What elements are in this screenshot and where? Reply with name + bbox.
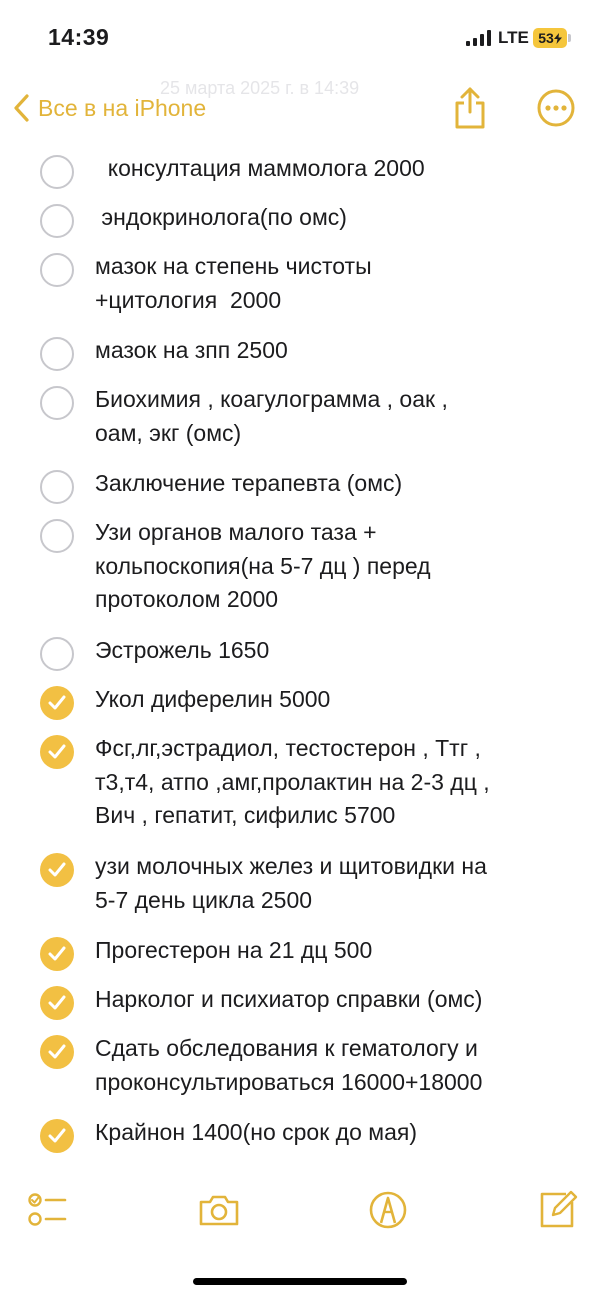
checklist-item-text[interactable]: эндокринолога(по омс) <box>95 201 570 235</box>
markup-pen-icon[interactable] <box>366 1188 410 1232</box>
unchecked-checkbox-icon[interactable] <box>40 204 74 238</box>
status-bar: 14:39 LTE 53 <box>0 0 600 70</box>
compose-icon[interactable] <box>536 1188 580 1232</box>
checklist-item-text[interactable]: Сдать обследования к гематологу и прокон… <box>95 1032 570 1099</box>
checklist-item-text[interactable]: Крайнон 1400(но срок до мая) <box>95 1116 570 1150</box>
more-icon[interactable] <box>536 88 576 128</box>
checklist-item-text[interactable]: Заключение терапевта (омс) <box>95 467 570 501</box>
share-icon[interactable] <box>452 86 488 130</box>
checklist-item-text[interactable]: Нарколог и психиатор справки (омс) <box>95 983 570 1017</box>
checklist-item-text[interactable]: мазок на степень чистоты +цитология 2000 <box>95 250 570 317</box>
home-indicator <box>193 1278 407 1285</box>
camera-icon[interactable] <box>197 1188 241 1232</box>
checked-checkbox-icon[interactable] <box>40 937 74 971</box>
checklist-item-text[interactable]: Фсг,лг,эстрадиол, тестостерон , Ттг , т3… <box>95 732 570 833</box>
battery-icon: 53 <box>533 28 567 48</box>
checklist-icon[interactable] <box>26 1188 70 1232</box>
signal-icon <box>466 30 491 46</box>
back-label: Все в на iPhone <box>38 94 207 121</box>
unchecked-checkbox-icon[interactable] <box>40 519 74 553</box>
unchecked-checkbox-icon[interactable] <box>40 386 74 420</box>
back-button[interactable]: Все в на iPhone <box>12 90 206 126</box>
checkmark-icon <box>48 995 66 1010</box>
checklist-item-text[interactable]: мазок на зпп 2500 <box>95 334 570 368</box>
network-type: LTE <box>498 28 529 47</box>
checkmark-icon <box>48 1128 66 1143</box>
unchecked-checkbox-icon[interactable] <box>40 253 74 287</box>
checkmark-icon <box>48 744 66 759</box>
battery-level: 53 <box>538 30 554 46</box>
status-time: 14:39 <box>48 24 110 50</box>
charging-bolt-icon <box>553 32 562 44</box>
checklist-item-text[interactable]: Узи органов малого таза + кольпоскопия(н… <box>95 516 570 617</box>
unchecked-checkbox-icon[interactable] <box>40 337 74 371</box>
checklist-item-text[interactable]: Укол диферелин 5000 <box>95 683 570 717</box>
unchecked-checkbox-icon[interactable] <box>40 470 74 504</box>
chevron-left-icon <box>14 94 29 122</box>
checked-checkbox-icon[interactable] <box>40 986 74 1020</box>
bottom-toolbar <box>0 1188 600 1238</box>
checked-checkbox-icon[interactable] <box>40 1035 74 1069</box>
checklist-item-text[interactable]: узи молочных желез и щитовидки на 5-7 де… <box>95 850 570 917</box>
checkmark-icon <box>48 1044 66 1059</box>
checkmark-icon <box>48 862 66 877</box>
battery-cap <box>568 34 571 42</box>
checklist-item-text[interactable]: Прогестерон на 21 дц 500 <box>95 934 570 968</box>
unchecked-checkbox-icon[interactable] <box>40 155 74 189</box>
checkmark-icon <box>48 946 66 961</box>
checked-checkbox-icon[interactable] <box>40 735 74 769</box>
nav-bar: 25 марта 2025 г. в 14:39 Все в на iPhone <box>0 78 600 138</box>
checklist-item-text[interactable]: Эстрожель 1650 <box>95 634 570 668</box>
checkmark-icon <box>48 695 66 710</box>
unchecked-checkbox-icon[interactable] <box>40 637 74 671</box>
checked-checkbox-icon[interactable] <box>40 853 74 887</box>
checked-checkbox-icon[interactable] <box>40 686 74 720</box>
checklist-item-text[interactable]: Биохимия , коагулограмма , оак , оам, эк… <box>95 383 570 450</box>
checklist-item-text[interactable]: консултация маммолога 2000 <box>95 152 570 186</box>
checked-checkbox-icon[interactable] <box>40 1119 74 1153</box>
